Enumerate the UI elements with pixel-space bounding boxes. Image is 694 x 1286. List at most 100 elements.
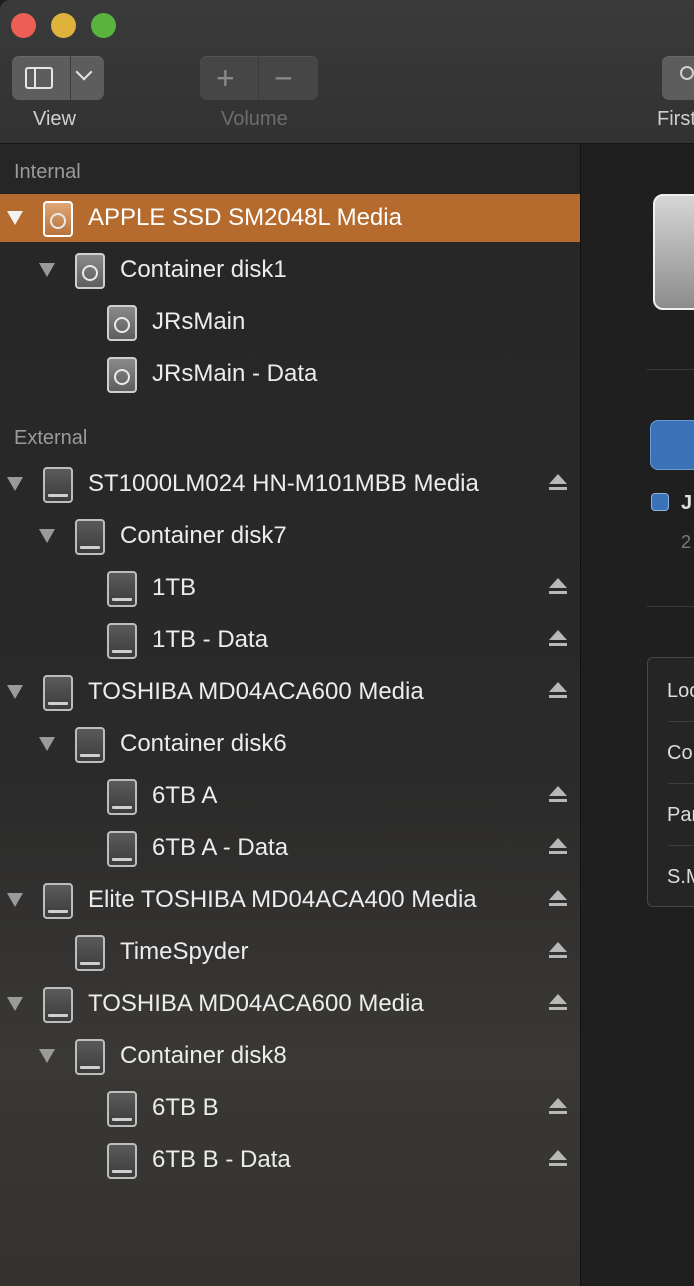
eject-icon[interactable] (549, 838, 567, 858)
volume-icon (107, 571, 137, 607)
info-row-label: Co (667, 742, 693, 764)
sidebar-item-label: Container disk6 (120, 730, 287, 757)
legend-size: 2 (681, 532, 692, 552)
add-volume-button[interactable]: + (216, 60, 235, 96)
sidebar-item-label: 6TB B - Data (152, 1146, 291, 1173)
internal-section-header: Internal (14, 161, 81, 183)
sidebar-item-6tb-a-data[interactable]: 6TB A - Data (0, 824, 580, 872)
legend-swatch (651, 493, 669, 511)
view-button[interactable] (12, 56, 104, 100)
sidebar-item-elite-toshiba[interactable]: Elite TOSHIBA MD04ACA400 Media (0, 876, 580, 924)
sidebar-item-timespyder[interactable]: TimeSpyder (0, 928, 580, 976)
sidebar-item-label: TOSHIBA MD04ACA600 Media (88, 990, 424, 1017)
info-divider (668, 721, 694, 722)
sidebar-item-label: Container disk7 (120, 522, 287, 549)
sidebar-item-6tb-a[interactable]: 6TB A (0, 772, 580, 820)
eject-icon[interactable] (549, 474, 567, 494)
drive-icon (653, 194, 694, 310)
eject-icon[interactable] (549, 942, 567, 962)
volume-icon (107, 831, 137, 867)
sidebar-item-toshiba-600-b[interactable]: TOSHIBA MD04ACA600 Media (0, 980, 580, 1028)
sidebar-item-1tb[interactable]: 1TB (0, 564, 580, 612)
container-icon (75, 1039, 105, 1075)
sidebar-item-st1000[interactable]: ST1000LM024 HN-M101MBB Media (0, 460, 580, 508)
volume-label: Volume (221, 108, 288, 130)
volume-icon (107, 779, 137, 815)
sidebar-item-label: JRsMain - Data (152, 360, 318, 387)
volume-buttons: + − (200, 56, 318, 100)
view-label: View (33, 108, 76, 130)
external-section-header: External (14, 427, 88, 449)
sidebar-item-apple-ssd[interactable]: APPLE SSD SM2048L Media (0, 194, 580, 242)
volume-icon (107, 1091, 137, 1127)
remove-volume-button[interactable]: − (274, 60, 293, 96)
external-disk-icon (43, 987, 73, 1023)
external-disk-icon (43, 467, 73, 503)
divider (647, 606, 694, 607)
divider (647, 369, 694, 370)
disclosure-triangle-icon[interactable] (7, 685, 23, 699)
close-window-button[interactable] (11, 13, 36, 38)
sidebar-item-label: 6TB A (152, 782, 218, 809)
container-icon (75, 253, 105, 289)
sidebar-item-label: Container disk8 (120, 1042, 287, 1069)
eject-icon[interactable] (549, 890, 567, 910)
sidebar-item-label: 6TB B (152, 1094, 219, 1121)
sidebar: Internal APPLE SSD SM2048L Media Contain… (0, 144, 581, 1286)
usage-bar (650, 420, 694, 470)
sidebar-item-1tb-data[interactable]: 1TB - Data (0, 616, 580, 664)
sidebar-item-label: JRsMain (152, 308, 246, 335)
chevron-down-icon (75, 63, 93, 81)
detail-pane: J 2 Loc Co Par S.M (581, 144, 694, 1286)
sidebar-item-jrsmain-data[interactable]: JRsMain - Data (0, 350, 580, 398)
info-table: Loc Co Par S.M (647, 657, 694, 907)
disclosure-triangle-icon[interactable] (7, 997, 23, 1011)
eject-icon[interactable] (549, 578, 567, 598)
volume-icon (107, 623, 137, 659)
eject-icon[interactable] (549, 630, 567, 650)
sidebar-item-label: 1TB - Data (152, 626, 269, 653)
sidebar-item-container-disk8[interactable]: Container disk8 (0, 1032, 580, 1080)
info-row-label: Loc (667, 680, 694, 702)
sidebar-item-container-disk1[interactable]: Container disk1 (0, 246, 580, 294)
zoom-window-button[interactable] (91, 13, 116, 38)
sidebar-item-jrsmain[interactable]: JRsMain (0, 298, 580, 346)
disclosure-triangle-icon[interactable] (7, 211, 23, 225)
volume-button-divider (258, 56, 259, 100)
sidebar-item-label: TOSHIBA MD04ACA600 Media (88, 678, 424, 705)
info-divider (668, 783, 694, 784)
eject-icon[interactable] (549, 1150, 567, 1170)
legend-label: J (681, 492, 693, 514)
sidebar-item-toshiba-600-a[interactable]: TOSHIBA MD04ACA600 Media (0, 668, 580, 716)
sidebar-item-label: ST1000LM024 HN-M101MBB Media (88, 470, 479, 497)
sidebar-item-6tb-b[interactable]: 6TB B (0, 1084, 580, 1132)
stethoscope-icon (680, 66, 694, 80)
eject-icon[interactable] (549, 682, 567, 702)
disclosure-triangle-icon[interactable] (39, 263, 55, 277)
sidebar-item-label: Container disk1 (120, 256, 287, 283)
disclosure-triangle-icon[interactable] (7, 893, 23, 907)
external-disk-icon (43, 675, 73, 711)
sidebar-item-label: 6TB A - Data (152, 834, 289, 861)
container-icon (75, 727, 105, 763)
sidebar-item-6tb-b-data[interactable]: 6TB B - Data (0, 1136, 580, 1184)
sidebar-item-container-disk6[interactable]: Container disk6 (0, 720, 580, 768)
disclosure-triangle-icon[interactable] (39, 737, 55, 751)
eject-icon[interactable] (549, 994, 567, 1014)
minimize-window-button[interactable] (51, 13, 76, 38)
first-aid-button[interactable] (662, 56, 694, 100)
eject-icon[interactable] (549, 786, 567, 806)
info-row-label: Par (667, 804, 694, 826)
disclosure-triangle-icon[interactable] (39, 529, 55, 543)
sidebar-item-label: Elite TOSHIBA MD04ACA400 Media (88, 886, 477, 913)
sidebar-item-container-disk7[interactable]: Container disk7 (0, 512, 580, 560)
sidebar-item-label: TimeSpyder (120, 938, 249, 965)
info-row-label: S.M (667, 866, 694, 888)
disclosure-triangle-icon[interactable] (7, 477, 23, 491)
info-divider (668, 845, 694, 846)
sidebar-item-label: APPLE SSD SM2048L Media (88, 204, 402, 231)
toolbar: View + − Volume First Aid (0, 0, 694, 144)
eject-icon[interactable] (549, 1098, 567, 1118)
disclosure-triangle-icon[interactable] (39, 1049, 55, 1063)
volume-icon (107, 305, 137, 341)
